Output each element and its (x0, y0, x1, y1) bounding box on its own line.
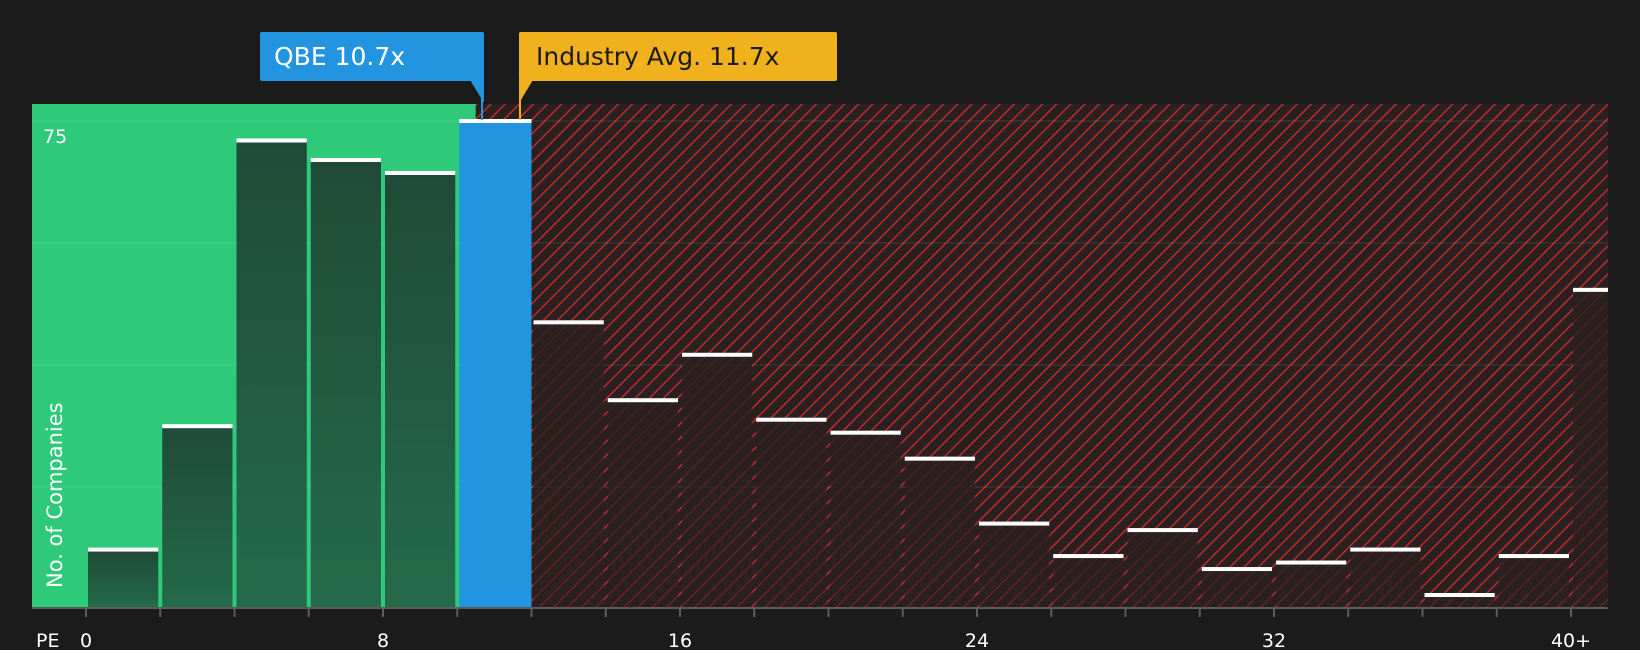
bar-cap-16 (1276, 560, 1347, 565)
bar-cap-15 (1201, 567, 1272, 572)
bar-15 (1201, 569, 1272, 608)
bar-1 (162, 426, 233, 608)
bar-12 (979, 523, 1050, 608)
bar-cap-20 (1573, 287, 1608, 292)
bar-cap-10 (830, 430, 901, 435)
bar-cap-6 (533, 320, 604, 325)
y-axis-label: No. of Companies (43, 402, 67, 588)
bar-9 (756, 419, 827, 608)
bar-cap-7 (607, 398, 678, 403)
bar-cap-0 (88, 547, 159, 552)
bar-cap-2 (236, 138, 307, 143)
bar-6 (533, 322, 604, 608)
industry-callout-label: Industry Avg. 11.7x (536, 42, 779, 71)
x-axis-label: PE (36, 630, 59, 650)
bar-7 (607, 400, 678, 608)
bar-cap-18 (1424, 593, 1495, 598)
x-tick-label-3: 24 (965, 630, 989, 650)
bar-cap-13 (1053, 554, 1124, 559)
bar-16 (1276, 562, 1347, 608)
x-tick-label-4: 32 (1262, 630, 1286, 650)
bar-4 (385, 172, 456, 608)
bar-11 (904, 458, 975, 608)
bar-19 (1498, 556, 1569, 608)
bar-14 (1127, 530, 1198, 608)
bar-cap-9 (756, 417, 827, 422)
company-callout-label: QBE 10.7x (274, 42, 405, 71)
bar-13 (1053, 556, 1124, 608)
bar-cap-14 (1127, 528, 1198, 533)
bar-3 (310, 159, 381, 608)
x-tick-label-1: 8 (377, 630, 389, 650)
industry-callout-pointer (519, 80, 533, 103)
bar-5 (459, 121, 532, 609)
pe-distribution-chart: 0 8 16 24 32 40+ 75 QBE 10.7x Industry Avg. 11.… (32, 32, 1608, 650)
bar-20 (1573, 289, 1608, 608)
bar-0 (88, 549, 159, 608)
x-tick-label-0: 0 (80, 630, 92, 650)
bar-cap-17 (1350, 547, 1421, 552)
bar-cap-11 (904, 456, 975, 461)
bar-cap-1 (162, 424, 233, 429)
bar-cap-4 (385, 170, 456, 175)
bar-8 (682, 354, 753, 608)
bar-cap-8 (682, 352, 753, 357)
bar-cap-19 (1498, 554, 1569, 559)
bar-cap-12 (979, 521, 1050, 526)
x-tick-label-5: 40+ (1551, 630, 1591, 650)
bar-17 (1350, 549, 1421, 608)
bar-10 (830, 432, 901, 608)
y-tick-label-0: 75 (43, 126, 67, 148)
bar-2 (236, 140, 307, 608)
bar-cap-3 (310, 157, 381, 162)
x-tick-label-2: 16 (668, 630, 692, 650)
